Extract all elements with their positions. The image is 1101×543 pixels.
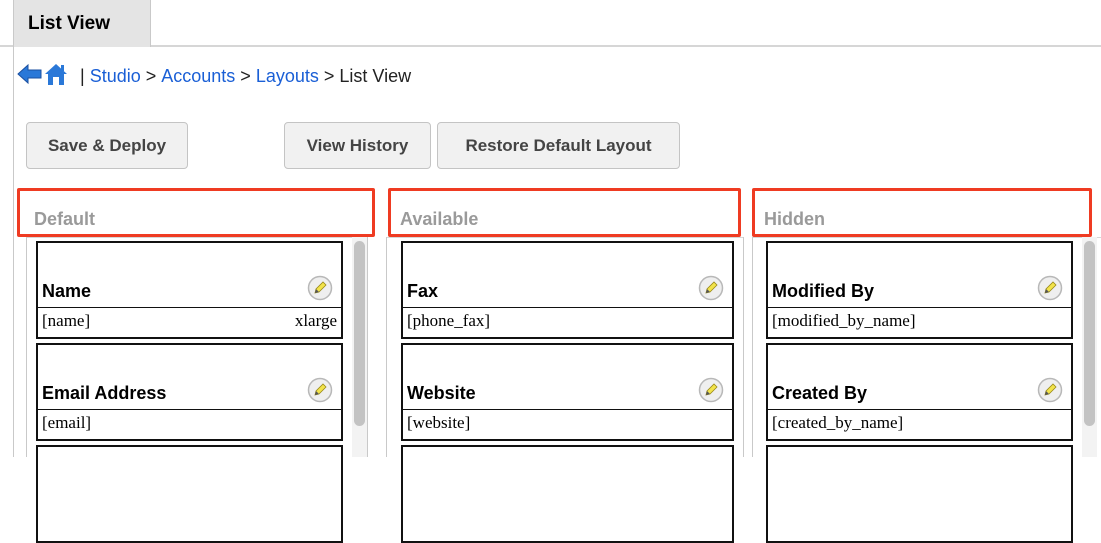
pencil-icon[interactable]: [698, 275, 724, 301]
card-divider: [38, 409, 341, 410]
breadcrumb-arrow: >: [145, 65, 157, 86]
available-column-border: [386, 237, 387, 457]
field-label: Created By: [772, 383, 868, 403]
field-card-fax[interactable]: Fax [phone_fax]: [401, 241, 734, 339]
field-card-partial[interactable]: [36, 445, 343, 543]
content-border: [13, 47, 14, 457]
field-name: [phone_fax]: [407, 311, 491, 330]
field-name: [created_by_name]: [772, 413, 904, 432]
breadcrumb: | Studio > Accounts > Layouts > List Vie…: [17, 62, 411, 90]
back-arrow-icon[interactable]: [17, 62, 43, 91]
tab-bar: List View: [0, 0, 1101, 47]
card-divider: [38, 307, 341, 308]
card-divider: [768, 409, 1071, 410]
field-label: Email Address: [42, 383, 167, 403]
field-card-website[interactable]: Website [website]: [401, 343, 734, 441]
field-card-partial[interactable]: [401, 445, 734, 543]
field-label: Fax: [407, 281, 439, 301]
field-name: [name]: [42, 311, 91, 330]
available-panel-title: Available: [400, 209, 479, 229]
restore-default-layout-button[interactable]: Restore Default Layout: [437, 122, 680, 169]
pencil-icon[interactable]: [698, 377, 724, 403]
field-card-partial[interactable]: [766, 445, 1073, 543]
hidden-panel-title: Hidden: [764, 209, 825, 229]
card-divider: [768, 307, 1071, 308]
breadcrumb-layouts[interactable]: Layouts: [256, 66, 319, 87]
card-divider: [403, 409, 732, 410]
default-scrollbar[interactable]: [352, 237, 367, 457]
field-name: [modified_by_name]: [772, 311, 916, 330]
scrollbar-thumb[interactable]: [354, 241, 365, 426]
pencil-icon[interactable]: [1037, 377, 1063, 403]
tab-list-view[interactable]: List View: [13, 0, 151, 47]
field-width: xlarge: [294, 311, 337, 330]
panel-rule: [26, 237, 366, 238]
pencil-icon[interactable]: [307, 377, 333, 403]
pencil-icon[interactable]: [307, 275, 333, 301]
view-history-button[interactable]: View History: [284, 122, 431, 169]
breadcrumb-studio[interactable]: Studio: [90, 66, 141, 87]
hidden-column-border: [752, 237, 753, 457]
breadcrumb-accounts[interactable]: Accounts: [161, 66, 235, 87]
field-label: Website: [407, 383, 476, 403]
field-card-created-by[interactable]: Created By [created_by_name]: [766, 343, 1073, 441]
field-name: [email]: [42, 413, 92, 432]
default-column-border: [26, 237, 27, 457]
breadcrumb-arrow: >: [240, 65, 251, 86]
breadcrumb-arrow: >: [323, 65, 335, 86]
breadcrumb-current: List View: [339, 65, 412, 86]
field-label: Name: [42, 281, 92, 301]
panel-rule: [752, 237, 1101, 238]
breadcrumb-separator: |: [80, 65, 85, 86]
available-column-border: [743, 237, 744, 457]
field-label: Modified By: [772, 281, 874, 301]
hidden-scrollbar[interactable]: [1082, 237, 1097, 457]
card-divider: [403, 307, 732, 308]
scrollbar-thumb[interactable]: [1084, 241, 1095, 426]
pencil-icon[interactable]: [1037, 275, 1063, 301]
save-deploy-button[interactable]: Save & Deploy: [26, 122, 188, 169]
field-card-modified-by[interactable]: Modified By [modified_by_name]: [766, 241, 1073, 339]
field-card-email-address[interactable]: Email Address [email]: [36, 343, 343, 441]
panel-rule: [386, 237, 744, 238]
field-card-name[interactable]: Name [name] xlarge: [36, 241, 343, 339]
default-column-border: [367, 237, 368, 457]
default-panel-title: Default: [34, 209, 96, 229]
field-name: [website]: [407, 413, 471, 432]
home-icon[interactable]: [43, 62, 69, 91]
